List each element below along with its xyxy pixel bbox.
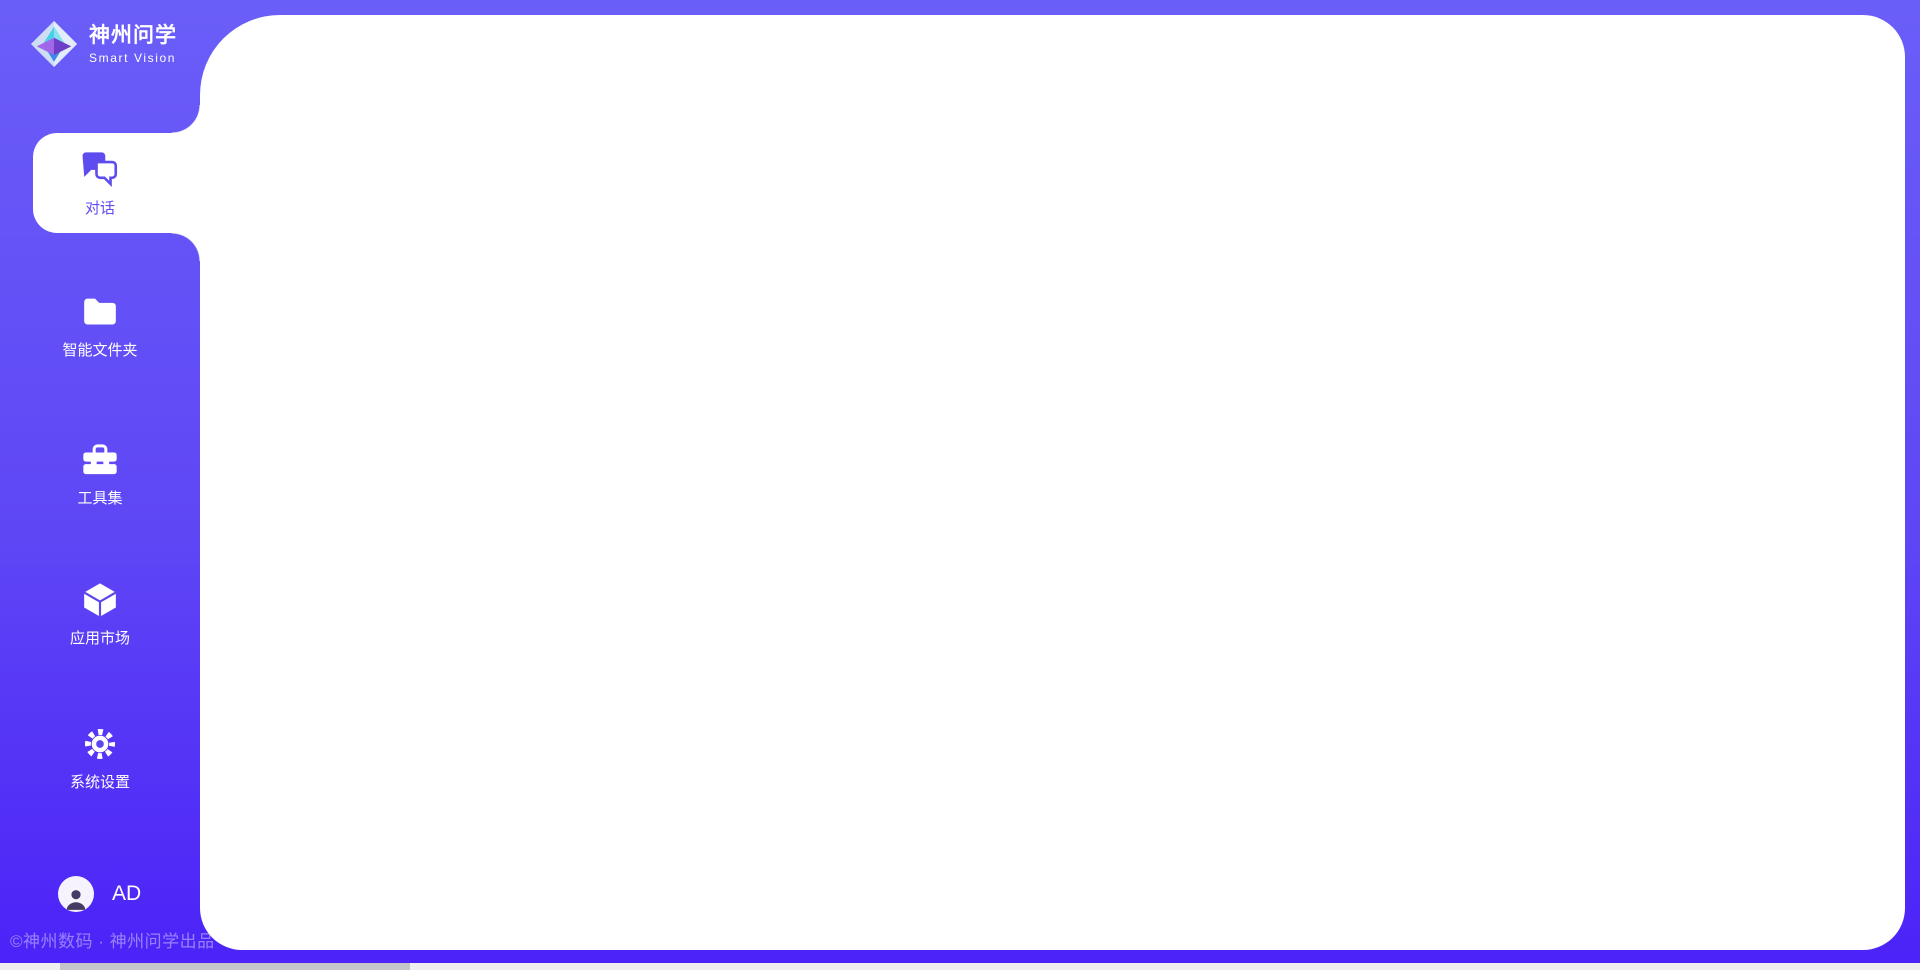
sidebar-item-toolset[interactable]: 工具集 bbox=[0, 428, 200, 520]
chat-icon bbox=[79, 148, 121, 190]
sidebar-item-label: 对话 bbox=[85, 197, 115, 218]
sidebar-item-smart-folder[interactable]: 智能文件夹 bbox=[0, 280, 200, 372]
user-menu[interactable]: AD bbox=[58, 876, 141, 912]
cube-icon bbox=[80, 580, 120, 620]
brand-logo-diamond-icon bbox=[30, 20, 78, 68]
user-name: AD bbox=[112, 882, 141, 906]
sidebar-item-app-market[interactable]: 应用市场 bbox=[0, 568, 200, 660]
brand-tagline: Smart Vision bbox=[89, 51, 177, 65]
sidebar-item-settings[interactable]: 系统设置 bbox=[0, 712, 200, 804]
horizontal-scrollbar-track bbox=[0, 963, 1920, 970]
copyright-footer: ©神州数码 · 神州问学出品 bbox=[10, 927, 215, 952]
sidebar-item-chat[interactable]: 对话 bbox=[0, 133, 200, 233]
user-icon bbox=[63, 886, 89, 912]
sidebar-item-label: 工具集 bbox=[77, 487, 122, 508]
gear-icon bbox=[80, 724, 120, 764]
main-panel bbox=[200, 15, 1905, 950]
toolbox-icon bbox=[80, 440, 120, 480]
brand-name: 神州问学 bbox=[89, 24, 177, 48]
folder-icon bbox=[80, 292, 120, 332]
app-root: 神州问学 Smart Vision 对话 智能文件夹 工具集 bbox=[0, 0, 1920, 970]
sidebar-item-label: 系统设置 bbox=[70, 771, 130, 792]
horizontal-scrollbar-thumb[interactable] bbox=[60, 963, 410, 970]
sidebar-item-label: 应用市场 bbox=[70, 627, 130, 648]
sidebar-item-label: 智能文件夹 bbox=[62, 339, 137, 360]
avatar bbox=[58, 876, 94, 912]
brand: 神州问学 Smart Vision bbox=[30, 20, 177, 68]
